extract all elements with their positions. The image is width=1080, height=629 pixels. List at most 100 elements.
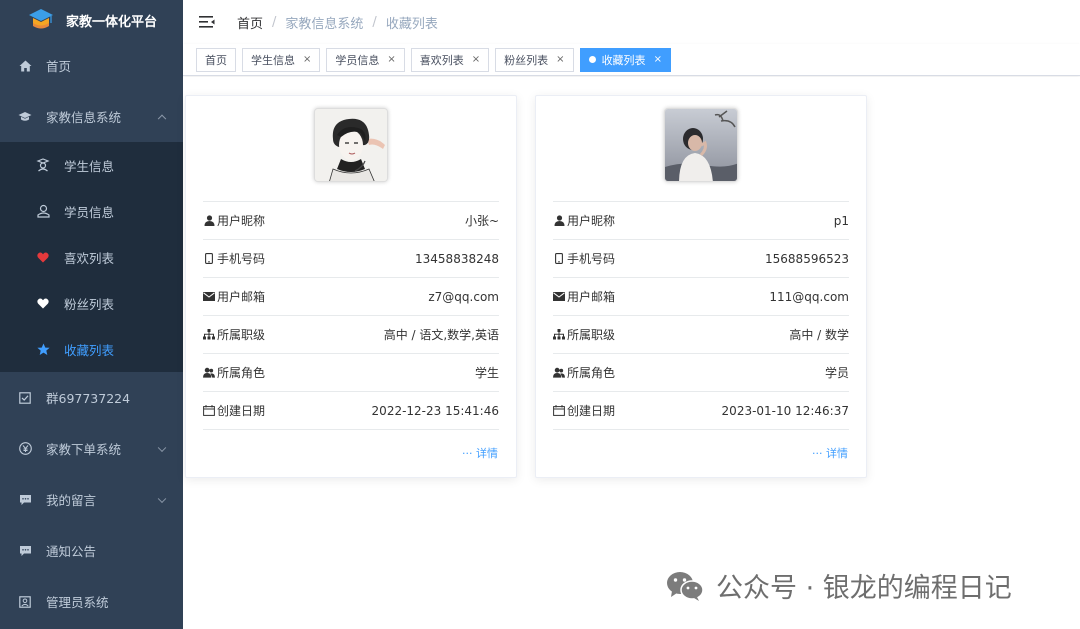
submenu-tutor-info: 学生信息 学员信息 喜欢列表 粉丝列表 收藏列表 (0, 142, 183, 372)
label-phone: 手机号码 (217, 252, 266, 266)
close-icon[interactable]: × (472, 54, 480, 65)
close-icon[interactable]: × (556, 54, 564, 65)
sitemap-icon (203, 329, 215, 341)
value-created: 2022-12-23 15:41:46 (371, 403, 499, 418)
user-info-list: 用户昵称 小张~ 手机号码 13458838248 用户邮箱 z7@qq.com… (203, 201, 499, 430)
tag-like-list[interactable]: 喜欢列表 × (410, 47, 490, 72)
users-icon (553, 367, 565, 379)
value-nickname: 小张~ (464, 214, 499, 228)
sidebar-item-learner-info[interactable]: 学员信息 (0, 188, 183, 234)
label-nickname: 用户昵称 (567, 214, 616, 228)
info-row-phone: 手机号码 15688596523 (553, 240, 849, 278)
user-card: 用户昵称 p1 手机号码 15688596523 用户邮箱 111@qq.com… (535, 95, 867, 478)
chevron-down-icon (157, 494, 167, 503)
close-icon[interactable]: × (387, 54, 395, 65)
watermark: 公众号 · 银龙的编程日记 (666, 566, 1012, 605)
user-icon (553, 215, 565, 227)
detail-link[interactable]: ··· 详情 (812, 445, 848, 461)
chevron-down-icon (157, 443, 167, 452)
info-row-email: 用户邮箱 111@qq.com (553, 278, 849, 316)
breadcrumb-item-current: 收藏列表 (385, 16, 438, 32)
label-role: 所属角色 (217, 366, 266, 380)
label-email: 用户邮箱 (217, 290, 266, 304)
close-icon[interactable]: × (654, 54, 662, 65)
tag-label: 粉丝列表 (504, 53, 549, 67)
value-phone: 15688596523 (765, 251, 849, 266)
logo-icon (28, 7, 54, 33)
sidebar-item-fans-list[interactable]: 粉丝列表 (0, 280, 183, 326)
calendar-icon (203, 405, 215, 417)
info-row-nickname: 用户昵称 p1 (553, 202, 849, 240)
sidebar-item-order-system[interactable]: 家教下单系统 (0, 423, 183, 474)
notice-icon (18, 544, 32, 558)
sidebar-item-label: 首页 (46, 59, 72, 74)
tag-label: 学员信息 (335, 53, 380, 67)
tag-favorites-list[interactable]: 收藏列表 × (579, 47, 671, 72)
tag-home[interactable]: 首页 (196, 47, 236, 72)
logo[interactable]: 家教一体化平台 (0, 0, 183, 40)
sidebar-item-messages[interactable]: 我的留言 (0, 474, 183, 525)
breadcrumb-item-home[interactable]: 首页 (237, 13, 263, 32)
sidebar-item-home[interactable]: 首页 (0, 40, 183, 91)
detail-link[interactable]: ··· 详情 (462, 445, 498, 461)
sidebar-item-group[interactable]: 群697737224 (0, 372, 183, 423)
tag-label: 喜欢列表 (419, 53, 464, 67)
value-phone: 13458838248 (415, 251, 499, 266)
info-row-level: 所属职级 高中 / 数学 (553, 316, 849, 354)
breadcrumb-item-tutor-info[interactable]: 家教信息系统 (285, 13, 363, 32)
tags-view: 首页 学生信息 × 学员信息 × 喜欢列表 × 粉丝列表 × 收藏列表 × (183, 44, 1080, 76)
tag-label: 收藏列表 (601, 53, 646, 67)
sidebar-item-student-info[interactable]: 学生信息 (0, 142, 183, 188)
close-icon[interactable]: × (303, 54, 311, 65)
tag-learner-info[interactable]: 学员信息 × (326, 47, 405, 72)
envelope-icon (203, 291, 215, 303)
info-row-created: 创建日期 2022-12-23 15:41:46 (203, 392, 499, 430)
sidebar-item-label: 学生信息 (64, 158, 115, 174)
label-email: 用户邮箱 (567, 290, 616, 304)
label-created: 创建日期 (567, 404, 616, 418)
tag-fans-list[interactable]: 粉丝列表 × (495, 47, 574, 72)
sidebar-item-label: 喜欢列表 (64, 250, 115, 266)
sidebar-item-label: 粉丝列表 (64, 296, 115, 312)
star-icon (36, 342, 50, 356)
app-title: 家教一体化平台 (66, 14, 158, 30)
sitemap-icon (553, 329, 565, 341)
value-email: 111@qq.com (769, 289, 849, 304)
sidebar-item-label: 群697737224 (46, 391, 131, 406)
sidebar-item-like-list[interactable]: 喜欢列表 (0, 234, 183, 280)
info-row-level: 所属职级 高中 / 语文,数学,英语 (203, 316, 499, 354)
label-nickname: 用户昵称 (217, 214, 266, 228)
label-role: 所属角色 (567, 366, 616, 380)
info-row-created: 创建日期 2023-01-10 12:46:37 (553, 392, 849, 430)
tag-student-info[interactable]: 学生信息 × (242, 47, 321, 72)
user-card: 用户昵称 小张~ 手机号码 13458838248 用户邮箱 z7@qq.com… (185, 95, 517, 478)
calendar-icon (553, 405, 565, 417)
navbar: 首页 / 家教信息系统 / 收藏列表 (183, 0, 1080, 44)
sidebar-item-label: 学员信息 (64, 204, 115, 220)
sidebar-item-favorites-list[interactable]: 收藏列表 (0, 326, 183, 372)
message-icon (18, 493, 32, 507)
student-icon (36, 158, 50, 172)
envelope-icon (553, 291, 565, 303)
active-dot-icon (588, 56, 596, 63)
tag-label: 学生信息 (251, 53, 295, 67)
breadcrumb-separator: / (372, 14, 377, 30)
sidebar-item-admin[interactable]: 管理员系统 (0, 576, 183, 627)
hamburger-icon[interactable] (199, 15, 215, 29)
label-level: 所属职级 (217, 328, 266, 342)
info-row-nickname: 用户昵称 小张~ (203, 202, 499, 240)
sidebar-item-label: 我的留言 (46, 493, 97, 508)
info-row-phone: 手机号码 13458838248 (203, 240, 499, 278)
user-outline-icon (36, 204, 50, 218)
sidebar-item-notices[interactable]: 通知公告 (0, 525, 183, 576)
main-content: 用户昵称 小张~ 手机号码 13458838248 用户邮箱 z7@qq.com… (183, 77, 1080, 629)
graduation-cap-icon (18, 110, 32, 124)
value-level: 高中 / 语文,数学,英语 (383, 328, 499, 342)
avatar (664, 108, 738, 182)
value-nickname: p1 (833, 213, 849, 228)
watermark-text: 公众号 · 银龙的编程日记 (716, 573, 1012, 604)
value-email: z7@qq.com (428, 289, 499, 304)
sidebar-item-label: 通知公告 (46, 544, 97, 559)
sidebar-item-tutor-info[interactable]: 家教信息系统 (0, 91, 183, 142)
value-role: 学员 (824, 366, 849, 380)
